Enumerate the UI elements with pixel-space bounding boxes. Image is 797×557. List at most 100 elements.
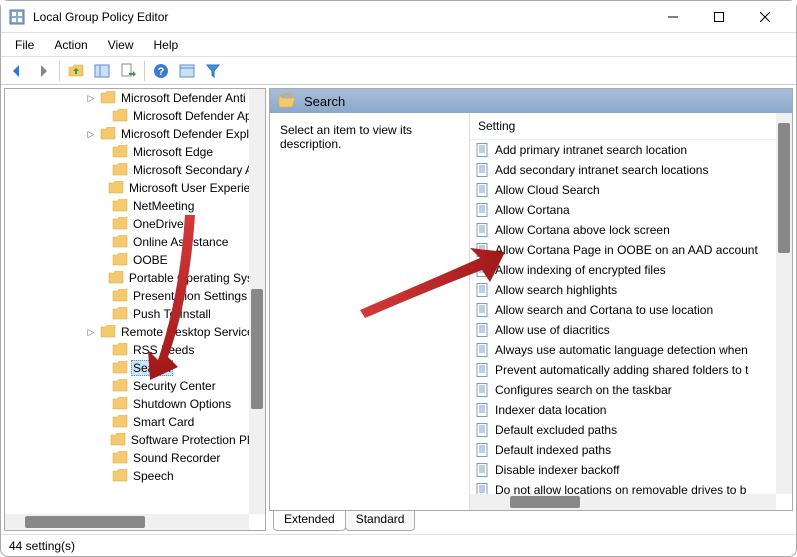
tree-item[interactable]: Microsoft Defender App xyxy=(5,107,265,125)
tree-item[interactable]: Microsoft Secondary Aut xyxy=(5,161,265,179)
tree-item[interactable]: Presentation Settings xyxy=(5,287,265,305)
tree-item-label: Presentation Settings xyxy=(131,289,249,303)
filter-button[interactable] xyxy=(201,59,225,83)
tree-expander-icon[interactable]: ▷ xyxy=(85,129,97,140)
detail-pane: Search Select an item to view its descri… xyxy=(269,88,793,531)
console-tree-icon xyxy=(94,63,110,79)
setting-label: Allow use of diacritics xyxy=(495,323,610,337)
menu-view[interactable]: View xyxy=(98,36,144,54)
tree-item[interactable]: RSS Feeds xyxy=(5,341,265,359)
tree-item[interactable]: OneDrive xyxy=(5,215,265,233)
tree-item-label: OneDrive xyxy=(131,217,186,231)
setting-row[interactable]: Allow search highlights xyxy=(470,280,792,300)
tree-item[interactable]: ▷Microsoft Defender Anti xyxy=(5,89,265,107)
menu-help[interactable]: Help xyxy=(144,36,189,54)
tree-item[interactable]: Push To Install xyxy=(5,305,265,323)
tree-item[interactable]: NetMeeting xyxy=(5,197,265,215)
tree-item[interactable]: Speech xyxy=(5,467,265,485)
setting-label: Allow search and Cortana to use location xyxy=(495,303,713,317)
tree-item-label: Security Center xyxy=(131,379,218,393)
setting-row[interactable]: Add primary intranet search location xyxy=(470,140,792,160)
maximize-icon xyxy=(714,12,724,22)
folder-open-icon xyxy=(278,93,296,109)
tree-item-label: Search xyxy=(131,360,173,376)
tree-item-label: OOBE xyxy=(131,253,170,267)
setting-row[interactable]: Default excluded paths xyxy=(470,420,792,440)
detail-description: Select an item to view its description. xyxy=(270,113,470,510)
setting-label: Allow Cortana Page in OOBE on an AAD acc… xyxy=(495,243,758,257)
setting-row[interactable]: Allow Cortana above lock screen xyxy=(470,220,792,240)
setting-row[interactable]: Allow Cortana xyxy=(470,200,792,220)
arrow-right-icon xyxy=(35,63,51,79)
menu-file[interactable]: File xyxy=(5,36,44,54)
setting-row[interactable]: Allow Cloud Search xyxy=(470,180,792,200)
tree-vertical-scrollbar[interactable] xyxy=(249,89,265,514)
setting-label: Always use automatic language detection … xyxy=(495,343,748,357)
setting-row[interactable]: Allow use of diacritics xyxy=(470,320,792,340)
tab-extended[interactable]: Extended xyxy=(273,511,346,531)
setting-row[interactable]: Add secondary intranet search locations xyxy=(470,160,792,180)
setting-row[interactable]: Default indexed paths xyxy=(470,440,792,460)
minimize-button[interactable] xyxy=(650,1,696,33)
tree-item[interactable]: Security Center xyxy=(5,377,265,395)
column-header-setting[interactable]: Setting xyxy=(470,113,792,140)
setting-row[interactable]: Disable indexer backoff xyxy=(470,460,792,480)
setting-label: Allow search highlights xyxy=(495,283,617,297)
tree-item-label: Remote Desktop Service xyxy=(119,325,256,339)
tree-item[interactable]: Online Assistance xyxy=(5,233,265,251)
tree-item-label: RSS Feeds xyxy=(131,343,196,357)
setting-label: Add secondary intranet search locations xyxy=(495,163,708,177)
tree-item[interactable]: OOBE xyxy=(5,251,265,269)
folder-up-icon xyxy=(68,63,84,79)
tree-item[interactable]: Software Protection Platf xyxy=(5,431,265,449)
tree-item[interactable]: Sound Recorder xyxy=(5,449,265,467)
tree-expander-icon[interactable]: ▷ xyxy=(85,327,97,338)
svg-text:?: ? xyxy=(158,66,165,78)
tree-item[interactable]: Smart Card xyxy=(5,413,265,431)
tree-item[interactable]: Microsoft Edge xyxy=(5,143,265,161)
back-button[interactable] xyxy=(5,59,29,83)
tree-item[interactable]: Shutdown Options xyxy=(5,395,265,413)
show-hide-tree-button[interactable] xyxy=(90,59,114,83)
detail-header: Search xyxy=(270,89,792,113)
arrow-left-icon xyxy=(9,63,25,79)
properties-button[interactable] xyxy=(175,59,199,83)
setting-row[interactable]: Indexer data location xyxy=(470,400,792,420)
setting-row[interactable]: Prevent automatically adding shared fold… xyxy=(470,360,792,380)
close-button[interactable] xyxy=(742,1,788,33)
tree-item[interactable]: ▷ Remote Desktop Service xyxy=(5,323,265,341)
setting-row[interactable]: Allow search and Cortana to use location xyxy=(470,300,792,320)
list-vertical-scrollbar[interactable] xyxy=(776,113,792,494)
tree-expander-icon[interactable]: ▷ xyxy=(85,93,97,104)
maximize-button[interactable] xyxy=(696,1,742,33)
tree-item-label: Sound Recorder xyxy=(131,451,222,465)
setting-row[interactable]: Allow Cortana Page in OOBE on an AAD acc… xyxy=(470,240,792,260)
help-button[interactable]: ? xyxy=(149,59,173,83)
content-area: ▷Microsoft Defender AntiMicrosoft Defend… xyxy=(1,85,796,534)
setting-row[interactable]: Configures search on the taskbar xyxy=(470,380,792,400)
export-button[interactable] xyxy=(116,59,140,83)
tree-item[interactable]: Portable Operating Syste xyxy=(5,269,265,287)
settings-list: Setting Add primary intranet search loca… xyxy=(470,113,792,510)
menu-action[interactable]: Action xyxy=(44,36,97,54)
tree-item[interactable]: Search xyxy=(5,359,265,377)
titlebar: Local Group Policy Editor xyxy=(1,1,796,33)
setting-label: Allow Cortana above lock screen xyxy=(495,223,670,237)
app-icon xyxy=(9,9,25,25)
setting-row[interactable]: Always use automatic language detection … xyxy=(470,340,792,360)
tree-item[interactable]: ▷Microsoft Defender Expl xyxy=(5,125,265,143)
tree-horizontal-scrollbar[interactable] xyxy=(5,514,249,530)
forward-button[interactable] xyxy=(31,59,55,83)
list-horizontal-scrollbar[interactable] xyxy=(470,494,776,510)
window-title: Local Group Policy Editor xyxy=(33,10,650,24)
setting-label: Configures search on the taskbar xyxy=(495,383,672,397)
setting-row[interactable]: Allow indexing of encrypted files xyxy=(470,260,792,280)
detail-header-title: Search xyxy=(304,94,345,109)
up-button[interactable] xyxy=(64,59,88,83)
tree-item[interactable]: Microsoft User Experienc xyxy=(5,179,265,197)
tree-item-label: Microsoft Secondary Aut xyxy=(131,163,265,177)
tab-standard[interactable]: Standard xyxy=(345,511,416,531)
tree-item-label: Push To Install xyxy=(131,307,213,321)
setting-label: Add primary intranet search location xyxy=(495,143,687,157)
setting-label: Allow Cloud Search xyxy=(495,183,600,197)
